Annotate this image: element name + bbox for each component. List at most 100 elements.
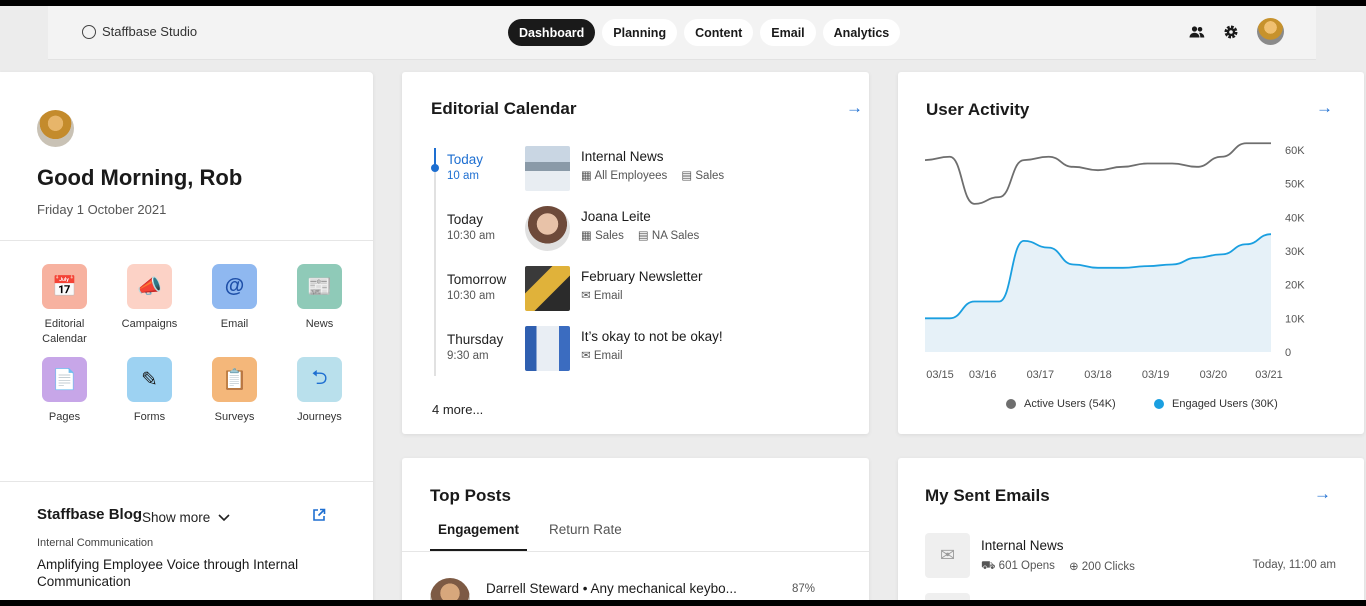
group-icon: ▦ All Employees xyxy=(581,170,668,182)
calendar-clock-icon: 📅 xyxy=(42,264,87,309)
y-tick-label: 30K xyxy=(1285,246,1305,258)
show-more-button[interactable]: Show more xyxy=(142,510,230,525)
header-actions xyxy=(1189,18,1284,45)
user-avatar[interactable] xyxy=(1257,18,1284,45)
event-audience: NA Sales xyxy=(651,230,700,242)
event-name: Joana Leite xyxy=(581,209,651,224)
calendar-event[interactable]: Thursday 9:30 am It’s okay to not be oka… xyxy=(447,326,867,378)
greeting-title: Good Morning, Rob xyxy=(37,165,243,190)
app-journeys[interactable]: ⮌ Journeys xyxy=(277,357,362,425)
app-logo[interactable]: Staffbase Studio xyxy=(82,24,197,39)
more-events-link[interactable]: 4 more... xyxy=(432,402,483,417)
main-nav: Dashboard Planning Content Email Analyti… xyxy=(508,19,901,46)
logo-icon xyxy=(82,24,96,39)
legend-item: Engaged Users (30K) xyxy=(1154,398,1278,410)
app-campaigns[interactable]: 📣 Campaigns xyxy=(107,264,192,347)
clicks-icon: ⊕ 200 Clicks xyxy=(1068,561,1135,573)
journey-icon: ⮌ xyxy=(297,357,342,402)
nav-email[interactable]: Email xyxy=(760,19,816,46)
email-name[interactable]: Internal News xyxy=(981,538,1064,553)
email-opens: 601 Opens xyxy=(998,560,1055,572)
y-tick-label: 10K xyxy=(1285,313,1305,325)
card-title: My Sent Emails xyxy=(925,486,1050,505)
app-editorial-calendar[interactable]: 📅 Editorial Calendar xyxy=(22,264,107,347)
event-audience: All Employees xyxy=(594,170,668,182)
app-label: Campaigns xyxy=(121,318,178,330)
tab-engagement[interactable]: Engagement xyxy=(430,516,528,551)
gear-icon[interactable] xyxy=(1223,24,1239,40)
app-window: Staffbase Studio Dashboard Planning Cont… xyxy=(0,6,1366,600)
x-tick-label: 03/17 xyxy=(1027,369,1055,381)
app-label: Pages xyxy=(48,411,81,423)
x-tick-label: 03/15 xyxy=(926,369,954,381)
calendar-event[interactable]: Tomorrow 10:30 am February Newsletter ✉ … xyxy=(447,266,867,318)
nav-dashboard[interactable]: Dashboard xyxy=(508,19,596,46)
divider xyxy=(402,551,869,552)
app-pages[interactable]: 📄 Pages xyxy=(22,357,107,425)
legend-swatch xyxy=(1006,399,1016,409)
y-tick-label: 0 xyxy=(1285,347,1291,359)
email-icon: ✉ Email xyxy=(581,350,623,362)
app-email[interactable]: @ Email xyxy=(192,264,277,347)
event-name: It’s okay to not be okay! xyxy=(581,329,723,344)
event-time: 9:30 am xyxy=(447,350,489,362)
megaphone-icon: 📣 xyxy=(127,264,172,309)
nav-analytics[interactable]: Analytics xyxy=(822,19,901,46)
divider xyxy=(0,240,373,241)
y-tick-label: 40K xyxy=(1285,212,1305,224)
blog-headline[interactable]: Amplifying Employee Voice through Intern… xyxy=(37,556,337,590)
email-icon: @ xyxy=(212,264,257,309)
app-title: Staffbase Studio xyxy=(102,24,198,39)
card-title: Editorial Calendar xyxy=(431,99,577,118)
event-channel: Email xyxy=(593,350,623,362)
event-time: 10:30 am xyxy=(447,290,495,302)
top-navigation-bar: Staffbase Studio Dashboard Planning Cont… xyxy=(48,6,1316,60)
app-label: Editorial Calendar xyxy=(42,318,87,345)
tab-return-rate[interactable]: Return Rate xyxy=(541,516,630,551)
blog-title: Staffbase Blog xyxy=(37,506,143,523)
app-label: Forms xyxy=(133,411,166,423)
event-day: Thursday xyxy=(447,332,504,347)
event-audience: Sales xyxy=(595,230,624,242)
blog-category: Internal Communication xyxy=(37,537,154,549)
page-icon: 📄 xyxy=(42,357,87,402)
people-icon[interactable] xyxy=(1189,25,1205,39)
news-icon: 📰 xyxy=(297,264,342,309)
app-label: Journeys xyxy=(297,411,342,423)
event-day: Today xyxy=(447,152,484,167)
event-name: Internal News xyxy=(581,149,664,164)
nav-planning[interactable]: Planning xyxy=(602,19,678,46)
event-name: February Newsletter xyxy=(581,269,703,284)
arrow-right-icon[interactable]: → xyxy=(846,98,863,118)
event-meta: ✉ Email xyxy=(581,348,623,362)
app-forms[interactable]: ✎ Forms xyxy=(107,357,192,425)
calendar-event[interactable]: Today 10:30 am Joana Leite ▦ Sales ▤ NA … xyxy=(447,206,867,258)
app-launcher-grid: 📅 Editorial Calendar 📣 Campaigns @ Email… xyxy=(22,264,362,425)
group-icon: ▤ NA Sales xyxy=(637,230,700,242)
arrow-right-icon[interactable]: → xyxy=(1314,484,1331,504)
app-surveys[interactable]: 📋 Surveys xyxy=(192,357,277,425)
calendar-event[interactable]: Today 10 am Internal News ▦ All Employee… xyxy=(447,146,867,198)
event-meta: ▦ Sales ▤ NA Sales xyxy=(581,228,699,242)
app-label: Email xyxy=(220,318,249,330)
legend-item: Active Users (54K) xyxy=(1006,398,1116,410)
profile-avatar[interactable] xyxy=(37,110,74,147)
form-icon: ✎ xyxy=(127,357,172,402)
user-activity-chart: 0 10K 20K 30K 40K 50K 60K 03/15 03/16 03/17 03/18 0… xyxy=(924,142,1305,381)
app-news[interactable]: 📰 News xyxy=(277,264,362,347)
sent-emails-card: My Sent Emails → ✉ Internal News ⛟ 601 O… xyxy=(898,458,1364,600)
editorial-calendar-card: Editorial Calendar → Today 10 am Interna… xyxy=(402,72,869,434)
external-link-icon[interactable] xyxy=(312,508,326,522)
legend-label: Engaged Users (30K) xyxy=(1172,398,1278,410)
top-posts-card: Top Posts Engagement Return Rate Darrell… xyxy=(402,458,869,600)
post-title[interactable]: Darrell Steward • Any mechanical keybo..… xyxy=(486,581,737,596)
divider xyxy=(0,481,373,482)
timeline xyxy=(434,148,436,376)
y-tick-label: 20K xyxy=(1285,280,1305,292)
nav-content[interactable]: Content xyxy=(684,19,754,46)
event-day: Tomorrow xyxy=(447,272,507,287)
email-sent-time: Today, 11:00 am xyxy=(1252,559,1336,571)
user-activity-card: User Activity → 0 10K 20K 30K 40K 50K 60K 03/15… xyxy=(898,72,1364,434)
app-label: Surveys xyxy=(214,411,255,423)
greeting-date: Friday 1 October 2021 xyxy=(37,202,167,217)
